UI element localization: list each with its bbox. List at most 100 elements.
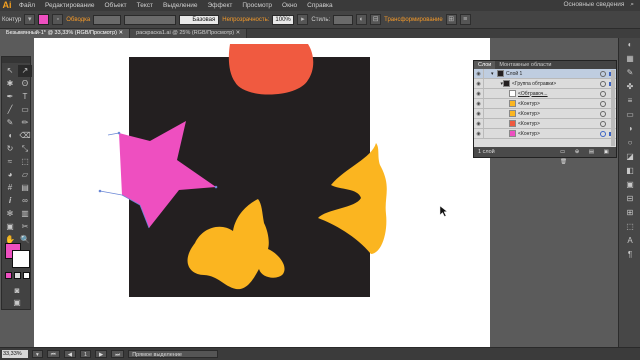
transparency-panel-icon[interactable]: ◑ xyxy=(619,122,640,136)
layer-row[interactable]: ◉ <Контур> xyxy=(474,108,616,119)
align-panel-icon[interactable]: ⊟ xyxy=(619,192,640,206)
fill-dropdown-icon[interactable]: ▾ xyxy=(24,14,36,25)
menu-view[interactable]: Просмотр xyxy=(237,2,277,9)
last-artboard-button[interactable]: ⏭ xyxy=(111,350,125,358)
tab-raskraska[interactable]: раскраска1.ai @ 25% (RGB/Просмотр) ✕ xyxy=(130,29,248,38)
layer-row[interactable]: ◉ <Обтравоч... xyxy=(474,88,616,99)
opacity-input[interactable]: 100% xyxy=(272,14,295,25)
tab-untitled[interactable]: Безымянный-1* @ 33,33% (RGB/Просмотр) ✕ xyxy=(0,29,131,38)
symbols-panel-icon[interactable]: ✤ xyxy=(619,80,640,94)
column-graph-icon[interactable]: ▥ xyxy=(18,208,32,220)
menu-object[interactable]: Объект xyxy=(100,2,132,9)
free-transform-icon[interactable]: ⬚ xyxy=(18,156,32,168)
toolbox-stroke-swatch[interactable] xyxy=(12,250,30,268)
artboards-panel-icon[interactable]: ▣ xyxy=(619,178,640,192)
stroke-label[interactable]: Обводка xyxy=(66,17,90,23)
layers-footer-buttons[interactable]: ▭ ⊕ ▤ ▣ 🗑 xyxy=(560,147,616,167)
recolor-icon[interactable]: ◐ xyxy=(356,14,368,25)
menu-file[interactable]: Файл xyxy=(14,2,40,9)
target-icon[interactable] xyxy=(600,131,606,137)
lock-cell[interactable] xyxy=(483,68,491,79)
slice-icon[interactable]: ✂ xyxy=(18,221,32,233)
align-icon[interactable]: ⊟ xyxy=(370,14,382,25)
gradient-mode-icon[interactable] xyxy=(14,272,21,279)
prev-artboard-button[interactable]: ◀ xyxy=(63,350,76,358)
pasteboard[interactable] xyxy=(34,38,490,347)
warp-icon[interactable]: ≈ xyxy=(3,156,17,168)
eye-icon[interactable]: ◉ xyxy=(474,121,483,127)
opacity-label[interactable]: Непрозрачность: xyxy=(222,17,269,23)
blend-icon[interactable]: ∞ xyxy=(18,195,32,207)
target-icon[interactable] xyxy=(600,91,606,97)
pencil-icon[interactable]: ✏ xyxy=(18,117,32,129)
current-tool-status[interactable]: Прямое выделение xyxy=(128,350,219,358)
rotate-icon[interactable]: ↻ xyxy=(3,143,17,155)
lock-cell[interactable] xyxy=(483,98,491,109)
eye-icon[interactable]: ◉ xyxy=(474,81,483,87)
close-icon[interactable]: ✕ xyxy=(236,30,241,36)
next-artboard-button[interactable]: ▶ xyxy=(95,350,108,358)
fill-swatch[interactable] xyxy=(38,14,50,25)
artboard-number-input[interactable]: 1 xyxy=(79,350,92,358)
menu-effect[interactable]: Эффект xyxy=(202,2,237,9)
drawing-modes-icon[interactable]: ◙ xyxy=(10,285,24,297)
lock-cell[interactable] xyxy=(483,128,491,139)
character-panel-icon[interactable]: A xyxy=(619,234,640,248)
lock-cell[interactable] xyxy=(483,108,491,119)
color-mode-icon[interactable] xyxy=(5,272,12,279)
layer-name[interactable]: <Контур> xyxy=(518,111,540,117)
target-icon[interactable] xyxy=(600,71,606,77)
lock-cell[interactable] xyxy=(483,88,491,99)
shape-builder-icon[interactable]: ◕ xyxy=(3,169,17,181)
direct-selection-icon[interactable]: ↗ xyxy=(18,65,32,77)
pathfinder-panel-icon[interactable]: ⊞ xyxy=(619,206,640,220)
paragraph-panel-icon[interactable]: ¶ xyxy=(619,248,640,262)
close-icon[interactable]: ✕ xyxy=(119,30,124,36)
layer-name[interactable]: <Контур> xyxy=(518,131,540,137)
layer-name[interactable]: <Обтравоч... xyxy=(518,91,548,97)
panel-menu-icon[interactable]: ≡ xyxy=(459,14,471,25)
transform-panel-icon[interactable]: ⬚ xyxy=(619,220,640,234)
stroke-panel-icon[interactable]: ≡ xyxy=(619,94,640,108)
rectangle-icon[interactable]: ▭ xyxy=(18,104,32,116)
mesh-icon[interactable]: # xyxy=(3,182,17,194)
magic-wand-icon[interactable]: ✱ xyxy=(3,78,17,90)
transform-link[interactable]: Трансформирование xyxy=(384,17,443,23)
none-mode-icon[interactable] xyxy=(23,272,30,279)
paintbrush-icon[interactable]: ✎ xyxy=(3,117,17,129)
menu-type[interactable]: Текст xyxy=(132,2,158,9)
isolate-icon[interactable]: ⊞ xyxy=(445,14,457,25)
layer-row[interactable]: ◉ <Контур> xyxy=(474,98,616,109)
style-select[interactable] xyxy=(333,14,354,25)
perspective-icon[interactable]: ▱ xyxy=(18,169,32,181)
menu-edit[interactable]: Редактирование xyxy=(40,2,100,9)
eraser-icon[interactable]: ⌫ xyxy=(18,130,32,142)
layers-scrollbar[interactable] xyxy=(611,70,615,146)
stroke-swatch-icon[interactable]: ▫ xyxy=(52,14,64,25)
layer-name[interactable]: <Группа обтравки> xyxy=(512,81,556,87)
blob-brush-icon[interactable]: ◖ xyxy=(3,130,17,142)
line-icon[interactable]: ╱ xyxy=(3,104,17,116)
target-icon[interactable] xyxy=(600,121,606,127)
gradient-panel-icon[interactable]: ▭ xyxy=(619,108,640,122)
layer-row[interactable]: ◉ <Контур> xyxy=(474,128,616,139)
menu-window[interactable]: Окно xyxy=(277,2,302,9)
type-icon[interactable]: T xyxy=(18,91,32,103)
brushes-panel-icon[interactable]: ✎ xyxy=(619,66,640,80)
screen-mode-icon[interactable]: ▣ xyxy=(10,297,24,309)
pen-icon[interactable]: ✒ xyxy=(3,91,17,103)
eye-icon[interactable]: ◉ xyxy=(474,71,483,77)
lock-cell[interactable] xyxy=(483,118,491,129)
appearance-panel-icon[interactable]: ○ xyxy=(619,136,640,150)
tab-artboards[interactable]: Монтажные области xyxy=(495,61,555,69)
scale-icon[interactable]: ⤡ xyxy=(18,143,32,155)
first-artboard-button[interactable]: ⏮ xyxy=(46,350,60,358)
expand-arrow-icon[interactable]: ▾ xyxy=(491,81,503,87)
gradient-icon[interactable]: ▤ xyxy=(18,182,32,194)
workspace-label[interactable]: Основные сведения xyxy=(563,1,624,9)
lasso-icon[interactable]: ʘ xyxy=(18,78,32,90)
artboard-icon[interactable]: ▣ xyxy=(3,221,17,233)
color-panel-icon[interactable]: ◐ xyxy=(619,38,640,52)
swatches-panel-icon[interactable]: ▦ xyxy=(619,52,640,66)
eye-icon[interactable]: ◉ xyxy=(474,101,483,107)
